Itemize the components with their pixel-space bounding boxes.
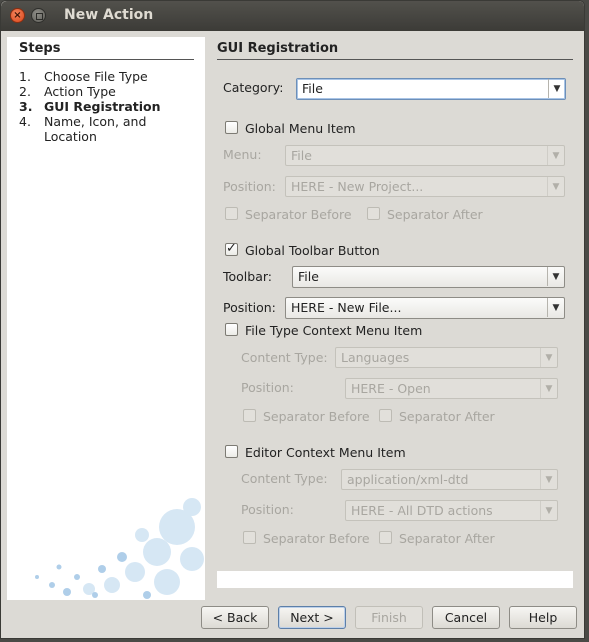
menu-position-label: Position:: [223, 179, 276, 194]
file-separator-before-checkbox[interactable]: [243, 409, 256, 422]
next-button[interactable]: Next >: [278, 606, 346, 629]
steps-heading: Steps: [19, 41, 61, 56]
menu-combo[interactable]: File ▼: [285, 145, 565, 166]
editor-content-type-value: application/xml-dtd: [347, 472, 469, 487]
section-heading: GUI Registration: [217, 41, 339, 56]
close-icon[interactable]: ×: [10, 8, 25, 23]
toolbar-position-combo[interactable]: HERE - New File... ▼: [285, 297, 565, 319]
editor-position-label: Position:: [241, 502, 294, 517]
file-content-type-label: Content Type:: [241, 350, 328, 365]
global-toolbar-button-label: Global Toolbar Button: [245, 243, 380, 258]
steps-panel: Steps 1. Choose File Type 2. Action Type…: [7, 37, 205, 600]
menu-position-value: HERE - New Project...: [291, 179, 424, 194]
menu-label: Menu:: [223, 147, 262, 162]
toolbar-position-value: HERE - New File...: [291, 300, 402, 315]
gui-registration-panel: GUI Registration Category: File ▼ Global…: [205, 37, 582, 600]
step-number: 4.: [19, 114, 31, 129]
file-position-value: HERE - Open: [351, 381, 431, 396]
editor-content-type-combo[interactable]: application/xml-dtd ▼: [341, 469, 558, 490]
file-type-context-menu-label: File Type Context Menu Item: [245, 323, 423, 338]
category-combo[interactable]: File ▼: [296, 78, 566, 100]
chevron-down-icon[interactable]: ▼: [547, 267, 564, 286]
help-button[interactable]: Help: [509, 606, 577, 629]
menu-separator-after-checkbox[interactable]: [367, 207, 380, 220]
step-number: 3.: [19, 99, 33, 114]
editor-separator-before-checkbox[interactable]: [243, 531, 256, 544]
category-value: File: [302, 81, 323, 96]
editor-context-menu-checkbox[interactable]: [225, 445, 238, 458]
steps-divider: [19, 59, 194, 60]
window-title: New Action: [64, 7, 154, 23]
editor-separator-before-label: Separator Before: [263, 531, 370, 546]
chevron-down-icon[interactable]: ▼: [548, 79, 565, 98]
section-divider: [217, 59, 573, 60]
chevron-down-icon[interactable]: ▼: [540, 470, 557, 489]
title-bar[interactable]: × New Action: [1, 1, 584, 31]
step-label: Choose File Type: [44, 69, 148, 84]
chevron-down-icon[interactable]: ▼: [540, 501, 557, 520]
step-label: GUI Registration: [44, 99, 161, 114]
file-separator-after-checkbox[interactable]: [379, 409, 392, 422]
file-position-combo[interactable]: HERE - Open ▼: [345, 378, 558, 399]
editor-context-menu-label: Editor Context Menu Item: [245, 445, 406, 460]
chevron-down-icon[interactable]: ▼: [540, 348, 557, 367]
global-menu-item-label: Global Menu Item: [245, 121, 356, 136]
step-number: 2.: [19, 84, 31, 99]
menu-position-combo[interactable]: HERE - New Project... ▼: [285, 176, 565, 197]
file-type-context-menu-checkbox[interactable]: [225, 323, 238, 336]
editor-position-combo[interactable]: HERE - All DTD actions ▼: [345, 500, 558, 521]
chevron-down-icon[interactable]: ▼: [547, 298, 564, 317]
editor-separator-after-checkbox[interactable]: [379, 531, 392, 544]
menu-separator-before-label: Separator Before: [245, 207, 352, 222]
file-content-type-value: Languages: [341, 350, 410, 365]
step-item: 4. Name, Icon, and Location: [19, 114, 199, 146]
message-area: [217, 571, 573, 588]
toolbar-value: File: [298, 269, 319, 284]
minimize-icon[interactable]: [31, 8, 46, 23]
decorative-bubbles-graphic: [35, 498, 204, 599]
file-separator-after-label: Separator After: [399, 409, 495, 424]
chevron-down-icon[interactable]: ▼: [547, 146, 564, 165]
editor-position-value: HERE - All DTD actions: [351, 503, 493, 518]
step-label: Action Type: [44, 84, 116, 99]
finish-button[interactable]: Finish: [355, 606, 423, 629]
global-toolbar-button-checkbox[interactable]: [225, 241, 238, 256]
step-number: 1.: [19, 69, 31, 84]
toolbar-position-label: Position:: [223, 300, 276, 315]
toolbar-label: Toolbar:: [223, 269, 273, 284]
menu-value: File: [291, 148, 312, 163]
global-menu-item-checkbox[interactable]: [225, 121, 238, 134]
chevron-down-icon[interactable]: ▼: [547, 177, 564, 196]
file-separator-before-label: Separator Before: [263, 409, 370, 424]
back-button[interactable]: < Back: [201, 606, 269, 629]
file-position-label: Position:: [241, 380, 294, 395]
step-label: Name, Icon, and Location: [44, 114, 147, 144]
menu-separator-after-label: Separator After: [387, 207, 483, 222]
cancel-button[interactable]: Cancel: [432, 606, 500, 629]
editor-content-type-label: Content Type:: [241, 471, 328, 486]
category-label: Category:: [223, 80, 284, 95]
chevron-down-icon[interactable]: ▼: [540, 379, 557, 398]
editor-separator-after-label: Separator After: [399, 531, 495, 546]
toolbar-combo[interactable]: File ▼: [292, 266, 565, 288]
menu-separator-before-checkbox[interactable]: [225, 207, 238, 220]
dialog-window: × New Action Steps 1. Choose File Type 2…: [0, 0, 585, 639]
file-content-type-combo[interactable]: Languages ▼: [335, 347, 558, 368]
